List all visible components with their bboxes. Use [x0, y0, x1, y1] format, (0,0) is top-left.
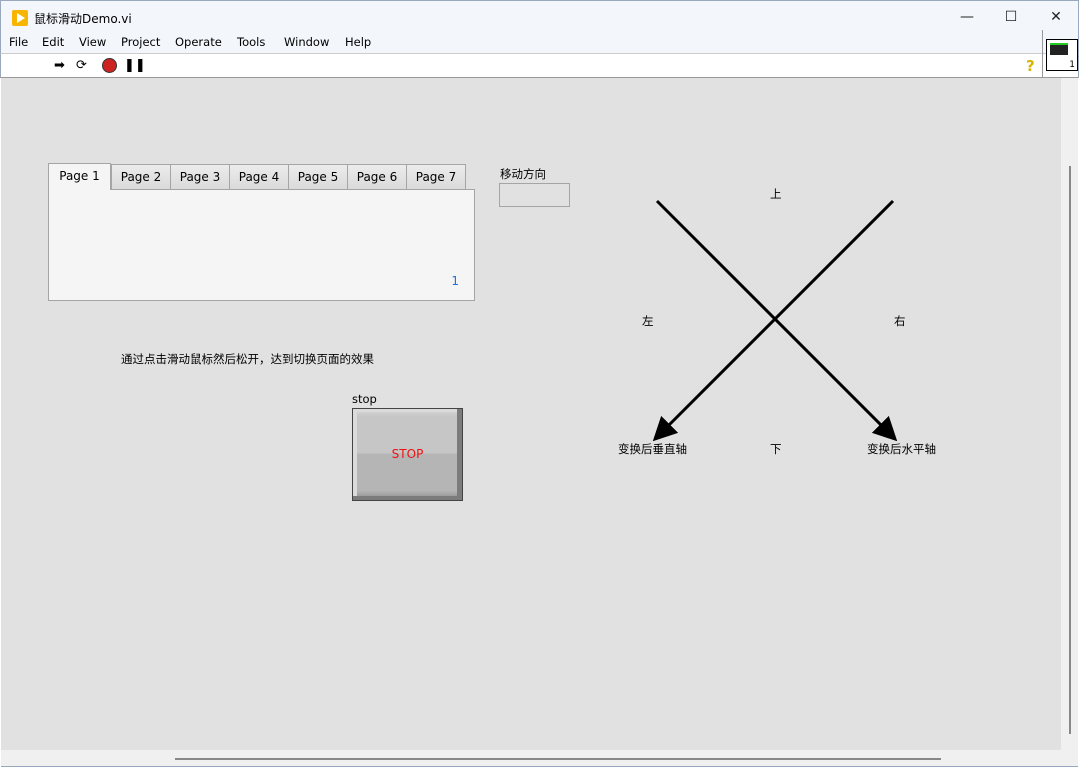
horizontal-scrollbar[interactable]	[1, 750, 1078, 767]
vertical-scroll-thumb[interactable]	[1069, 166, 1071, 734]
label-down: 下	[770, 442, 782, 456]
horizontal-scroll-thumb[interactable]	[175, 758, 941, 760]
label-right: 右	[894, 314, 906, 328]
tab-page-1[interactable]: Page 1	[48, 163, 111, 190]
axis-diagram	[652, 199, 898, 442]
vertical-scrollbar[interactable]	[1061, 78, 1078, 750]
label-left: 左	[642, 314, 654, 328]
label-horizontal-axis: 变换后水平轴	[867, 442, 936, 456]
label-up: 上	[770, 187, 782, 201]
label-vertical-axis: 变换后垂直轴	[618, 442, 687, 456]
